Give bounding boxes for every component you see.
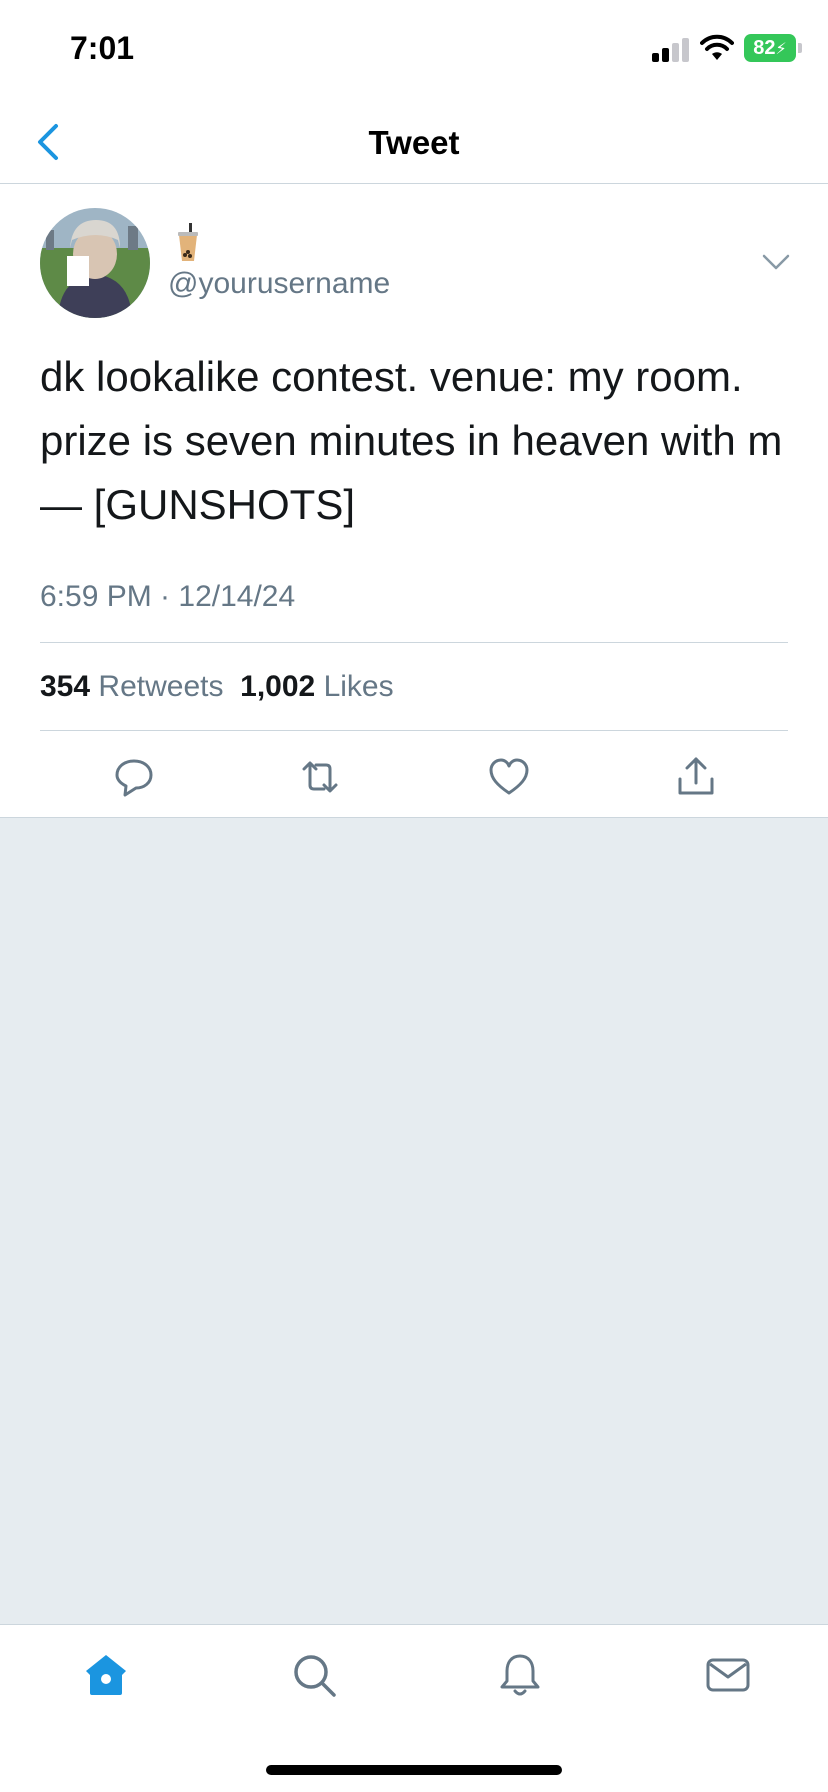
nav-bar: Tweet [0,100,828,184]
search-icon[interactable] [290,1651,338,1699]
battery-icon: 82⚡ [744,34,802,62]
divider [40,730,788,731]
battery-level: 82 [753,37,776,59]
avatar[interactable] [40,208,150,318]
heart-icon[interactable] [487,755,531,799]
retweet-icon[interactable] [298,755,342,799]
wifi-icon [700,34,734,60]
likes-count: 1,002 [240,670,316,703]
tab-bar [0,1624,828,1792]
likes-label: Likes [323,670,394,703]
tweet-stats: 354 Retweets 1,002 Likes [40,670,394,704]
cellular-signal-icon [652,36,692,62]
tweet-timestamp: 6:59 PM · 12/14/24 [40,580,296,613]
mail-icon[interactable] [704,1651,752,1699]
retweets-label: Retweets [98,670,224,703]
empty-replies-area [0,818,828,1624]
retweets-stat[interactable]: 354 Retweets [40,670,223,703]
divider [40,642,788,643]
home-icon[interactable] [82,1651,130,1699]
home-indicator[interactable] [266,1765,562,1775]
chevron-down-icon[interactable] [762,253,790,271]
user-handle[interactable]: @yourusername [168,267,390,301]
status-time: 7:01 [70,30,135,66]
status-bar: 7:01 82⚡ [0,0,828,100]
bell-icon[interactable] [496,1651,544,1699]
page-title: Tweet [368,124,460,161]
tweet-text: dk lookalike contest. venue: my room. pr… [40,353,783,528]
reply-icon[interactable] [112,755,156,799]
retweets-count: 354 [40,670,91,703]
bubble-tea-icon [178,223,198,261]
share-icon[interactable] [674,755,718,799]
tweet-detail: @yourusername dk lookalike contest. venu… [0,185,828,818]
likes-stat[interactable]: 1,002 Likes [240,670,393,703]
